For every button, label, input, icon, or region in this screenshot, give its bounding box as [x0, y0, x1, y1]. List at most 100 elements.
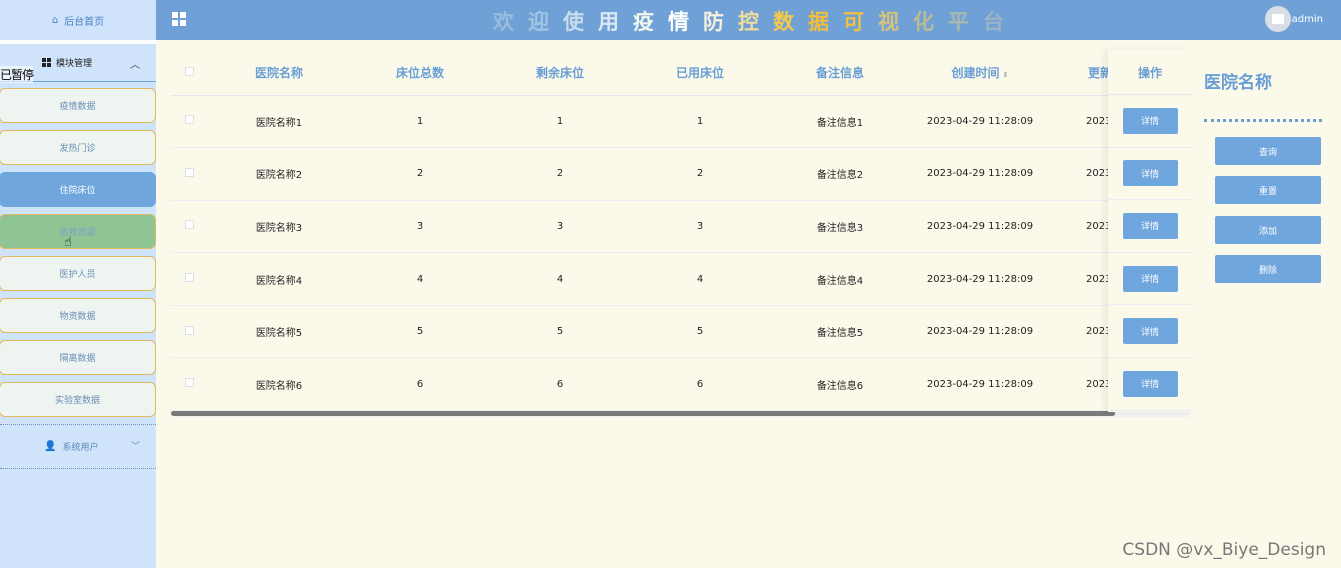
- table-cell: 2023-04-29 11:28:09: [910, 147, 1050, 201]
- table-row[interactable]: 医院名称6666备注信息62023-04-29 11:28:092023-0: [170, 357, 1110, 412]
- sidebar-item-supplies[interactable]: 物资数据: [0, 298, 156, 333]
- table-cell: 2023-04-29 11:28:09: [910, 200, 1050, 254]
- table-row[interactable]: 医院名称1111备注信息12023-04-29 11:28:092023-0: [170, 95, 1110, 149]
- sidebar-group-label: 系统用户: [62, 443, 99, 453]
- table-cell: 备注信息4: [770, 252, 910, 306]
- detail-button[interactable]: 详情: [1122, 370, 1178, 397]
- table-cell: 2: [350, 147, 490, 201]
- table-row[interactable]: 医院名称3333备注信息32023-04-29 11:28:092023-0: [170, 200, 1110, 254]
- search-panel: 医院名称 查询 重置 添加 删除: [1192, 50, 1341, 568]
- sort-icon[interactable]: ⇕: [1003, 71, 1009, 79]
- row-checkbox[interactable]: [184, 325, 194, 335]
- detail-button[interactable]: 详情: [1122, 212, 1178, 239]
- title-char: 用: [598, 10, 619, 34]
- sidebar-item-label: 疫情数据: [59, 102, 96, 112]
- sidebar-home-label: 后台首页: [64, 16, 105, 28]
- operations-cell: 详情: [1108, 148, 1192, 201]
- table-cell: 4: [630, 252, 770, 306]
- sidebar-item-label: 医护人员: [59, 270, 96, 280]
- title-char: 视: [878, 10, 899, 34]
- sidebar-item-fever-clinic[interactable]: 发热门诊: [0, 130, 156, 165]
- table-cell: 2023-0: [1050, 305, 1110, 359]
- column-header: 备注信息: [770, 50, 910, 96]
- operations-column: 操作 详情 详情 详情 详情 详情 详情: [1108, 50, 1192, 412]
- sidebar-item-label: 物资数据: [59, 312, 96, 322]
- sidebar: ⌂ 后台首页 模块管理 ︿ 已暂停 疫情数据 发热门诊 住院床位 急救资源 ☝ 医…: [0, 0, 156, 568]
- operations-cell: 详情: [1108, 95, 1192, 148]
- column-header-label: 创建时间: [951, 65, 1000, 80]
- search-field-label: 医院名称: [1204, 73, 1272, 93]
- title-char: 控: [738, 10, 759, 34]
- sidebar-group-label: 模块管理: [56, 59, 93, 69]
- detail-button[interactable]: 详情: [1122, 318, 1178, 345]
- table-cell: 备注信息3: [770, 200, 910, 254]
- search-input[interactable]: [1204, 119, 1322, 122]
- title-char: 欢: [493, 10, 514, 34]
- row-checkbox[interactable]: [184, 115, 194, 125]
- sidebar-group-system-users[interactable]: 👤 系统用户 ﹀: [0, 425, 156, 469]
- add-button[interactable]: 添加: [1215, 216, 1321, 244]
- row-checkbox[interactable]: [184, 273, 194, 283]
- table-cell: 备注信息2: [770, 147, 910, 201]
- title-char: 使: [563, 10, 584, 34]
- column-header: 更新: [1050, 50, 1110, 96]
- sidebar-item-label: 住院床位: [59, 186, 96, 196]
- header: 欢迎使用疫情防控数据可视化平台 admin: [156, 0, 1341, 40]
- menu-toggle-icon[interactable]: [172, 12, 186, 26]
- table-cell: 2: [490, 147, 630, 201]
- chevron-up-icon: ︿: [130, 60, 140, 71]
- table-cell: 5: [630, 305, 770, 359]
- sidebar-item-emergency-resources[interactable]: 急救资源 ☝: [0, 214, 156, 250]
- table-cell: 1: [350, 95, 490, 149]
- table-cell: 2: [630, 147, 770, 201]
- row-checkbox[interactable]: [184, 378, 194, 388]
- home-icon: ⌂: [51, 14, 59, 26]
- table-row[interactable]: 医院名称5555备注信息52023-04-29 11:28:092023-0: [170, 305, 1110, 359]
- image-icon: [1272, 14, 1284, 24]
- table-cell: 4: [490, 252, 630, 306]
- username[interactable]: admin: [1292, 14, 1323, 25]
- sidebar-item-label: 实验室数据: [54, 396, 100, 406]
- sidebar-item-medical-staff[interactable]: 医护人员: [0, 256, 156, 291]
- chevron-down-icon: ﹀: [130, 442, 140, 452]
- sidebar-item-laboratory[interactable]: 实验室数据: [0, 382, 156, 417]
- page-title: 欢迎使用疫情防控数据可视化平台: [486, 6, 1011, 36]
- column-header: 操作: [1108, 50, 1192, 95]
- column-header: 剩余床位: [490, 50, 630, 96]
- table-cell: 2023-0: [1050, 252, 1110, 306]
- horizontal-scrollbar-thumb[interactable]: [171, 411, 1115, 416]
- column-header: 床位总数: [350, 50, 490, 96]
- watermark: CSDN @vx_Biye_Design: [1122, 540, 1326, 560]
- row-checkbox[interactable]: [184, 167, 194, 177]
- column-header-sortable[interactable]: 创建时间 ⇕: [910, 50, 1050, 96]
- row-checkbox[interactable]: [184, 220, 194, 230]
- delete-button[interactable]: 删除: [1215, 255, 1321, 283]
- column-header: 已用床位: [630, 50, 770, 96]
- hand-cursor-icon: ☝: [64, 235, 72, 250]
- select-all-checkbox[interactable]: [184, 67, 194, 77]
- table-row[interactable]: 医院名称4444备注信息42023-04-29 11:28:092023-0: [170, 252, 1110, 306]
- table-cell: 备注信息5: [770, 305, 910, 359]
- title-char: 防: [703, 10, 724, 34]
- table-cell: 备注信息1: [770, 95, 910, 149]
- sidebar-item-isolation[interactable]: 隔离数据: [0, 340, 156, 375]
- avatar[interactable]: [1265, 6, 1291, 32]
- table-header-row: 医院名称 床位总数 剩余床位 已用床位 备注信息 创建时间 ⇕ 更新: [170, 50, 1110, 96]
- sidebar-home[interactable]: ⌂ 后台首页: [0, 0, 156, 40]
- table-cell: 2023-0: [1050, 147, 1110, 201]
- table-cell: 4: [350, 252, 490, 306]
- sidebar-item-epidemic-data[interactable]: 疫情数据: [0, 88, 156, 123]
- sidebar-item-label: 隔离数据: [59, 354, 96, 364]
- reset-button[interactable]: 重置: [1215, 176, 1321, 204]
- table-row[interactable]: 医院名称2222备注信息22023-04-29 11:28:092023-0: [170, 147, 1110, 201]
- detail-button[interactable]: 详情: [1122, 107, 1178, 134]
- table-cell: 2023-0: [1050, 357, 1110, 412]
- table-cell: 6: [630, 357, 770, 412]
- sidebar-item-hospital-beds[interactable]: 住院床位: [0, 172, 156, 207]
- table-cell: 2023-0: [1050, 200, 1110, 254]
- table-cell: 3: [350, 200, 490, 254]
- search-button[interactable]: 查询: [1215, 137, 1321, 165]
- detail-button[interactable]: 详情: [1122, 265, 1178, 292]
- table-cell: 备注信息6: [770, 357, 910, 412]
- detail-button[interactable]: 详情: [1122, 160, 1178, 187]
